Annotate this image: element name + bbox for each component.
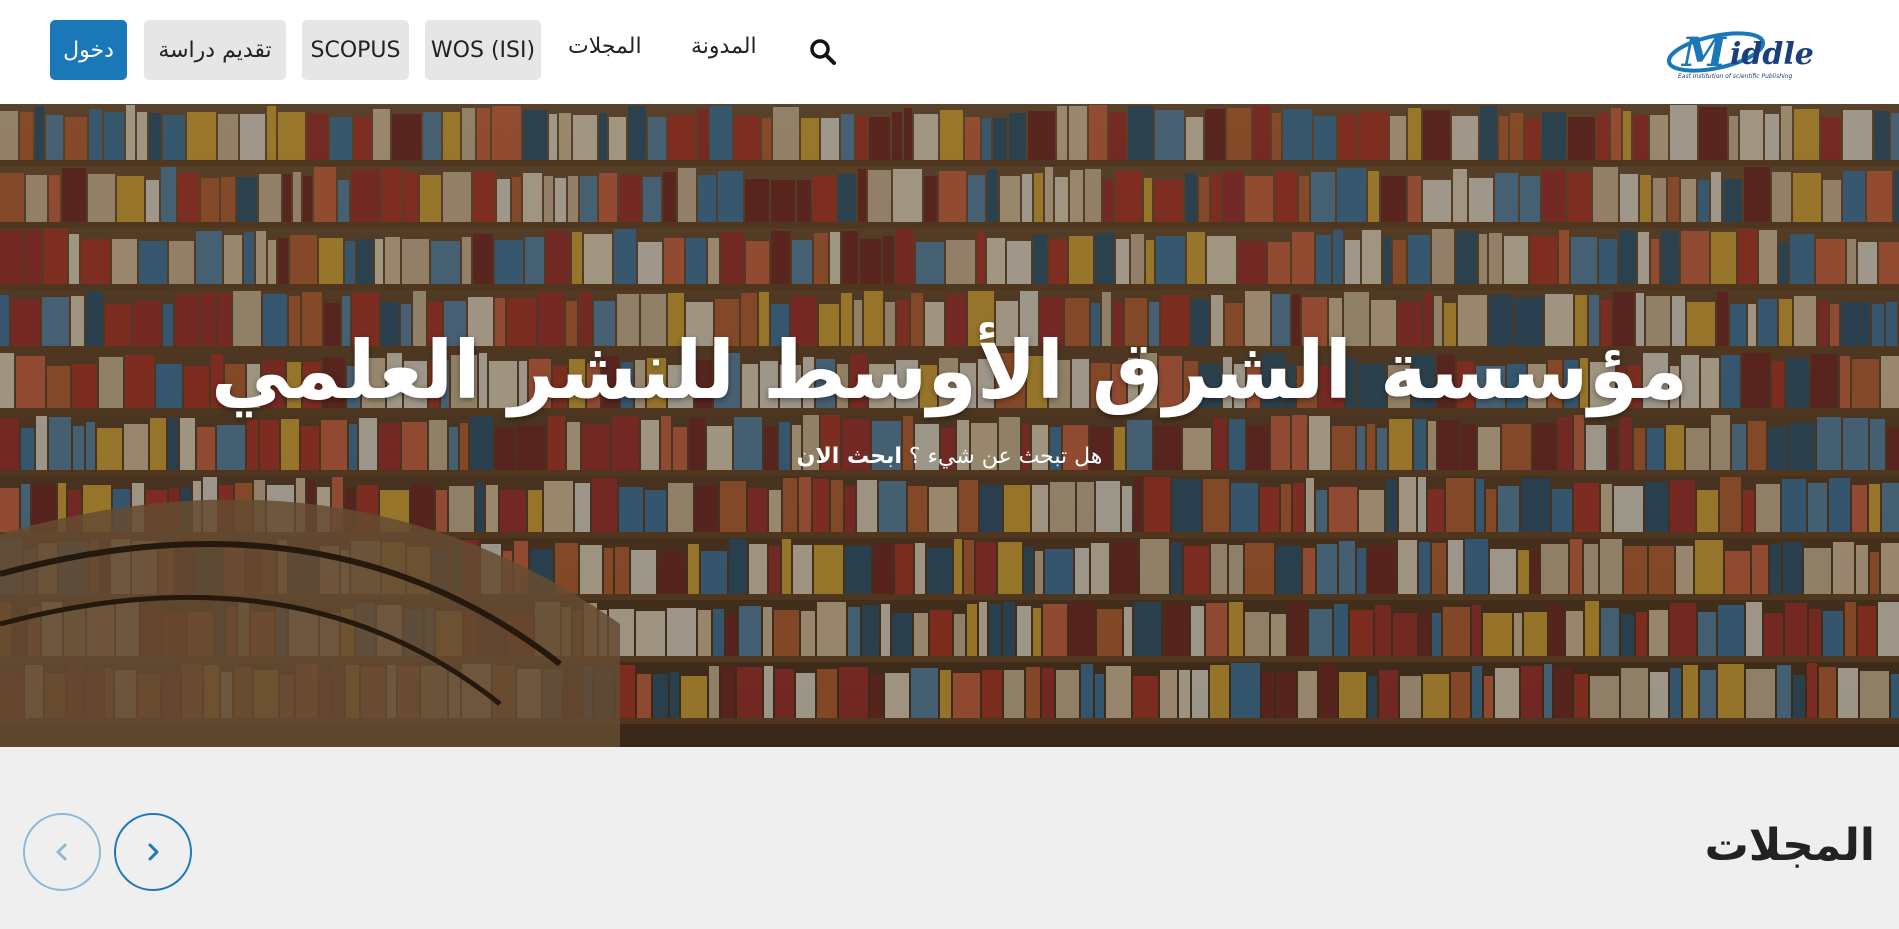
submit-study-button[interactable]: تقديم دراسة	[144, 20, 286, 80]
carousel-prev-button[interactable]	[23, 813, 101, 891]
wos-button[interactable]: WOS (ISI)	[425, 20, 541, 80]
chevron-left-icon	[56, 843, 67, 861]
svg-text:M: M	[1680, 29, 1728, 76]
chevron-right-icon	[148, 843, 159, 861]
svg-text:East Institution of scientific: East Institution of scientific Publishin…	[1678, 73, 1792, 80]
carousel-next-button[interactable]	[114, 813, 192, 891]
hero-title: مؤسسة الشرق الأوسط للنشر العلمي	[210, 324, 1689, 417]
site-logo[interactable]: M iddle East Institution of scientific P…	[1664, 22, 1844, 80]
login-button[interactable]: دخول	[50, 20, 127, 80]
hero-overlay	[0, 104, 1899, 747]
search-now-link[interactable]: ابحث الان	[797, 444, 902, 469]
search-icon[interactable]	[809, 38, 837, 66]
hero-subtitle: هل تبحث عن شيء ؟ ابحث الان	[0, 444, 1899, 469]
svg-text:iddle: iddle	[1730, 37, 1814, 72]
hero-banner: مؤسسة الشرق الأوسط للنشر العلمي هل تبحث …	[0, 104, 1899, 747]
journals-section-title: المجلات	[1704, 820, 1875, 871]
nav-journals-link[interactable]: المجلات	[568, 34, 642, 59]
scopus-button[interactable]: SCOPUS	[302, 20, 409, 80]
nav-blog-link[interactable]: المدونة	[691, 34, 757, 59]
site-header: دخول تقديم دراسة SCOPUS WOS (ISI) المجلا…	[0, 0, 1899, 104]
hero-question: هل تبحث عن شيء ؟	[908, 444, 1103, 469]
